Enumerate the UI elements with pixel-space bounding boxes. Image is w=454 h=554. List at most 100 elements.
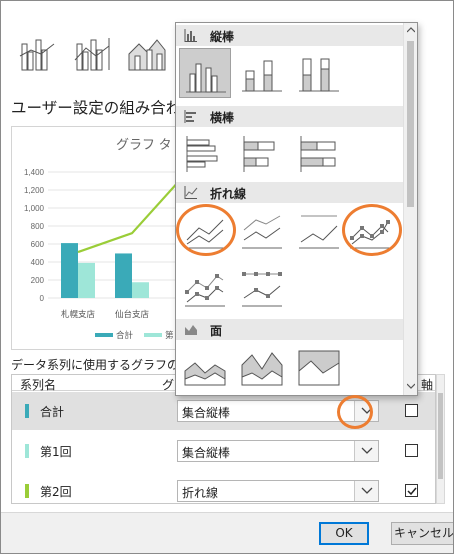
legend-label: 第 <box>165 330 174 341</box>
cancel-button[interactable]: キャンセル <box>391 522 454 545</box>
series-name: 第2回 <box>40 485 72 499</box>
x-tick-label: 札幌支店 <box>61 309 96 320</box>
stacked-area-option[interactable] <box>236 342 288 392</box>
gallery-section-line: 折れ線 <box>176 182 403 203</box>
legend-swatch <box>95 333 113 337</box>
clustered-column-icon <box>186 63 226 93</box>
x-tick-label: 仙台支店 <box>115 309 150 320</box>
chevron-up-icon <box>407 27 415 33</box>
series-row[interactable]: 第1回 集合縦棒 <box>12 432 435 470</box>
line-with-markers-option[interactable] <box>344 205 396 255</box>
ok-button[interactable]: OK <box>319 522 369 545</box>
stacked-bar-option[interactable] <box>236 129 288 179</box>
stacked-100-line-markers-option[interactable] <box>236 263 288 313</box>
stacked-column-option[interactable] <box>236 48 288 98</box>
stacked-100-area-option[interactable] <box>293 342 345 392</box>
clustered-bar-option[interactable] <box>179 129 231 179</box>
clustered-bar-icon <box>186 136 218 172</box>
stacked-area-column-icon <box>128 39 166 71</box>
clustered-column-line-secondary-icon <box>74 38 110 71</box>
gallery-section-label: 折れ線 <box>210 187 247 201</box>
clustered-column-line-icon <box>19 39 55 71</box>
stacked-100-area-icon <box>298 350 340 386</box>
scroll-up-button[interactable] <box>404 23 417 37</box>
chart-type-select[interactable]: 集合縦棒 <box>177 440 379 462</box>
chevron-down-icon <box>407 383 415 389</box>
gallery-section-bar: 横棒 <box>176 106 403 127</box>
series-color-swatch <box>25 484 29 498</box>
area-option[interactable] <box>179 342 231 392</box>
combo-type-icon-2[interactable] <box>72 32 112 72</box>
bar <box>61 243 78 298</box>
combo-type-icon-3[interactable] <box>127 32 167 72</box>
grid-scrollbar[interactable] <box>436 374 445 504</box>
section-title: ユーザー設定の組み合わせ <box>11 99 197 117</box>
stacked-100-column-icon <box>299 58 339 92</box>
secondary-axis-checkbox[interactable] <box>405 444 418 457</box>
gallery-section-label: 横棒 <box>210 111 235 125</box>
secondary-axis-checkbox[interactable] <box>405 484 418 497</box>
y-tick-label: 1,400 <box>24 168 45 177</box>
stacked-100-line-option[interactable] <box>293 205 345 255</box>
stacked-100-line-icon <box>299 215 339 249</box>
chart-type-gallery: 縦棒 横棒 折れ線 面 <box>175 22 418 396</box>
line-with-markers-icon <box>350 220 390 249</box>
preview-chart: グラフ タ 1,400 1,200 1,000 800 600 400 200 0 札幌支店 仙台… <box>24 137 186 341</box>
stacked-100-bar-option[interactable] <box>293 129 345 179</box>
series-color-swatch <box>25 404 29 418</box>
area-chart-icon <box>185 325 197 335</box>
chart-type-value: 集合縦棒 <box>182 406 231 420</box>
stacked-line-markers-option[interactable] <box>179 263 231 313</box>
chart-type-value: 折れ線 <box>182 486 219 500</box>
chart-type-select[interactable]: 折れ線 <box>177 480 379 502</box>
chart-type-select[interactable]: 集合縦棒 <box>177 400 379 422</box>
scroll-thumb[interactable] <box>438 393 443 479</box>
checkmark-icon <box>407 487 417 496</box>
stacked-line-icon <box>242 215 282 249</box>
gallery-section-label: 面 <box>210 324 223 338</box>
header-axis: 軸 <box>421 378 434 392</box>
scroll-thumb[interactable] <box>407 41 414 207</box>
y-tick-label: 1,200 <box>24 186 45 195</box>
dropdown-button[interactable] <box>354 441 378 461</box>
y-tick-label: 0 <box>40 294 45 303</box>
scroll-down-button[interactable] <box>404 379 417 393</box>
line-icon <box>185 219 225 249</box>
gallery-section-area: 面 <box>176 319 403 340</box>
chevron-down-icon <box>361 407 373 414</box>
stacked-line-markers-icon <box>185 274 225 307</box>
chevron-down-icon <box>361 447 373 454</box>
stacked-line-option[interactable] <box>236 205 288 255</box>
dropdown-button[interactable] <box>354 401 378 421</box>
line-option[interactable] <box>179 205 231 255</box>
bar <box>132 282 149 298</box>
series-name: 合計 <box>40 405 65 419</box>
series-row[interactable]: 第2回 折れ線 <box>12 472 435 503</box>
y-tick-label: 800 <box>31 222 45 231</box>
stacked-100-bar-icon <box>300 136 336 172</box>
gallery-scrollbar[interactable] <box>403 23 417 395</box>
area-icon <box>184 362 226 386</box>
bar <box>78 262 95 298</box>
dropdown-button[interactable] <box>354 481 378 501</box>
y-tick-label: 200 <box>31 276 45 285</box>
gallery-section-label: 縦棒 <box>210 30 235 44</box>
stacked-100-column-option[interactable] <box>293 48 345 98</box>
bar <box>115 253 132 298</box>
clustered-column-option[interactable] <box>179 48 231 98</box>
series-row[interactable]: 合計 集合縦棒 <box>12 392 435 430</box>
chart-preview: グラフ タ 1,400 1,200 1,000 800 600 400 200 0 札幌支店 仙台… <box>11 126 187 350</box>
y-tick-label: 1,000 <box>24 204 45 213</box>
dialog-footer: OK キャンセル <box>0 512 454 554</box>
line-series <box>77 171 186 254</box>
column-chart-icon <box>184 29 197 42</box>
chart-type-value: 集合縦棒 <box>182 446 231 460</box>
series-color-swatch <box>25 444 29 458</box>
bar-chart-icon <box>184 110 196 123</box>
series-name: 第1回 <box>40 445 72 459</box>
legend-label: 合計 <box>116 330 134 341</box>
chart-title: グラフ タ <box>116 137 172 152</box>
combo-type-icon-1[interactable] <box>17 32 57 72</box>
secondary-axis-checkbox[interactable] <box>405 404 418 417</box>
gallery-section-column: 縦棒 <box>176 25 403 46</box>
